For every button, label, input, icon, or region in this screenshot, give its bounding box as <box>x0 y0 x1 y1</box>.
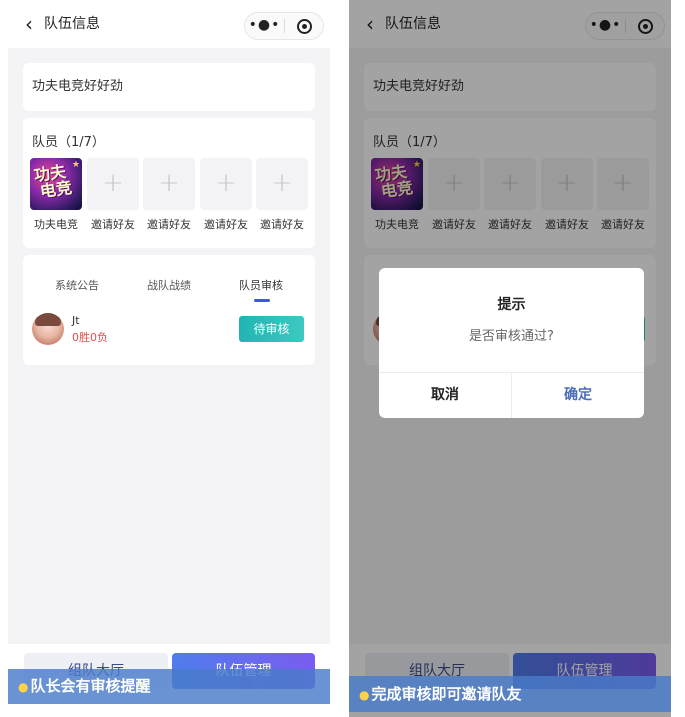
member-label: 功夫电竞 <box>34 218 78 231</box>
pending-review-button[interactable]: 待审核 <box>239 316 304 342</box>
member-slot-captain[interactable]: 功夫 电竞 ★ 功夫电竞 <box>30 158 82 232</box>
capsule-divider <box>284 19 285 33</box>
plus-icon: + <box>215 168 237 198</box>
plus-icon: + <box>271 168 293 198</box>
team-name-card: 功夫电竞好好劲 <box>23 63 315 111</box>
page-content: 功夫电竞好好劲 队员（1/7） 功夫 电竞 ★ 功夫电竞 + 邀请好友 + 邀请… <box>8 48 330 644</box>
tab-member-review[interactable]: 队员审核 <box>239 279 283 293</box>
caption-text: 完成审核即可邀请队友 <box>371 685 522 703</box>
screen-team-info: ‹ 队伍信息 •●• 功夫电竞好好劲 队员（1/7） 功夫 电竞 ★ 功夫电竞 … <box>8 0 330 717</box>
avatar <box>32 313 64 345</box>
invite-avatar: + <box>256 158 308 210</box>
navigation-bar: ‹ 队伍信息 •●• <box>8 0 330 48</box>
tab-announcement[interactable]: 系统公告 <box>55 279 99 293</box>
applicant-record: 0胜0负 <box>72 331 108 344</box>
members-card: 队员（1/7） 功夫 电竞 ★ 功夫电竞 + 邀请好友 + 邀请好友 + 邀请好… <box>23 118 315 248</box>
active-tab-indicator <box>254 299 270 302</box>
dialog-message: 是否审核通过? <box>469 329 554 344</box>
close-circle-icon[interactable] <box>297 19 312 34</box>
invite-label: 邀请好友 <box>147 218 191 231</box>
confirm-button[interactable]: 确定 <box>512 373 644 418</box>
caption-banner: ● 完成审核即可邀请队友 <box>349 676 671 712</box>
dialog-title: 提示 <box>497 297 526 313</box>
star-icon: ★ <box>71 160 80 170</box>
bullet-icon: ● <box>359 688 370 702</box>
bullet-icon: ● <box>18 680 29 694</box>
invite-slot[interactable]: + 邀请好友 <box>200 158 252 232</box>
invite-label: 邀请好友 <box>260 218 304 231</box>
invite-avatar: + <box>200 158 252 210</box>
invite-label: 邀请好友 <box>204 218 248 231</box>
members-title: 队员（1/7） <box>32 135 105 150</box>
plus-icon: + <box>158 168 180 198</box>
chevron-left-icon[interactable]: ‹ <box>18 13 40 35</box>
tab-team-record[interactable]: 战队战绩 <box>147 279 191 293</box>
screen-gap <box>330 0 349 717</box>
applicant-name: Jt <box>72 314 80 327</box>
confirm-dialog: 提示 是否审核通过? 取消 确定 <box>379 268 644 418</box>
caption-banner: ● 队长会有审核提醒 <box>8 669 330 704</box>
mini-program-capsule: •●• <box>244 12 324 40</box>
logo-text-bottom: 电竞 <box>38 177 74 202</box>
review-card: 系统公告 战队战绩 队员审核 Jt 0胜0负 待审核 <box>23 255 315 365</box>
plus-icon: + <box>102 168 124 198</box>
page-title: 队伍信息 <box>44 16 100 32</box>
more-dots-icon[interactable]: •●• <box>245 13 284 39</box>
invite-avatar: + <box>143 158 195 210</box>
team-name: 功夫电竞好好劲 <box>32 79 124 94</box>
invite-avatar: + <box>87 158 139 210</box>
invite-label: 邀请好友 <box>91 218 135 231</box>
invite-slot[interactable]: + 邀请好友 <box>256 158 308 232</box>
screen-team-info-dialog: ‹ 队伍信息 •●• 功夫电竞好好劲 队员（1/7） 功夫 电竞 ★ 功夫电竞 … <box>349 0 671 717</box>
team-logo-avatar: 功夫 电竞 ★ <box>30 158 82 210</box>
invite-slot[interactable]: + 邀请好友 <box>143 158 195 232</box>
invite-slot[interactable]: + 邀请好友 <box>87 158 139 232</box>
caption-text: 队长会有审核提醒 <box>30 677 151 695</box>
cancel-button[interactable]: 取消 <box>379 373 511 418</box>
